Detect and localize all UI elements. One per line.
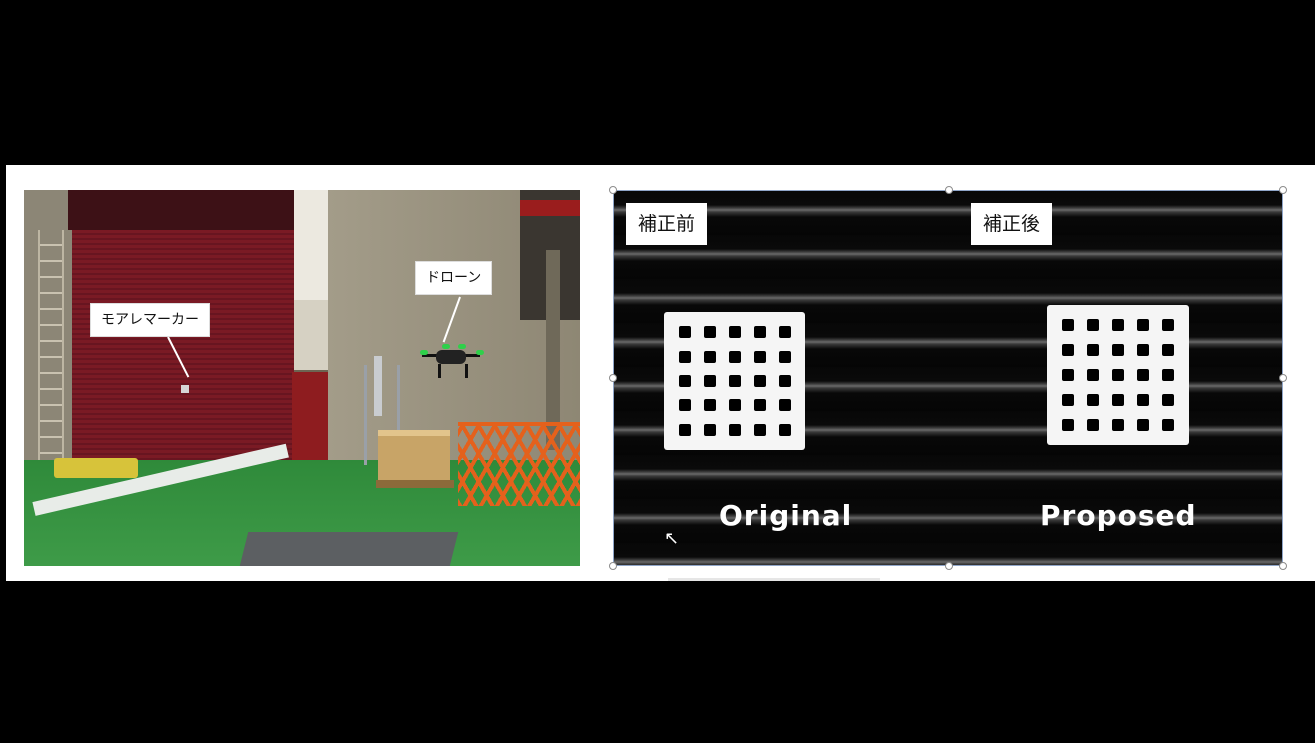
resize-handle-middle-left[interactable] bbox=[609, 374, 617, 382]
red-beam-band bbox=[520, 200, 580, 216]
resize-handle-middle-right[interactable] bbox=[1279, 374, 1287, 382]
tall-window-lower bbox=[294, 300, 328, 370]
resize-handle-top-right[interactable] bbox=[1279, 186, 1287, 194]
drone-propeller bbox=[476, 350, 484, 355]
after-image: 補正後 Proposed bbox=[949, 191, 1282, 565]
after-label: 補正後 bbox=[971, 203, 1053, 245]
red-door bbox=[292, 372, 328, 462]
drone-callout: ドローン bbox=[415, 261, 493, 295]
wall-ladder bbox=[38, 230, 64, 460]
original-caption: Original bbox=[719, 499, 853, 532]
resize-handle-top-center[interactable] bbox=[945, 186, 953, 194]
floor-mat bbox=[239, 532, 459, 566]
yellow-cushion bbox=[54, 458, 138, 478]
tripod-mast bbox=[374, 356, 382, 416]
shutter-housing bbox=[68, 190, 298, 230]
marker-pattern-proposed bbox=[1047, 305, 1189, 445]
before-image: 補正前 Original bbox=[614, 191, 949, 565]
resize-handle-top-left[interactable] bbox=[609, 186, 617, 194]
marker-callout: モアレマーカー bbox=[90, 303, 210, 337]
steel-pillar bbox=[546, 250, 560, 450]
cardboard-box bbox=[378, 436, 450, 482]
drone-propeller bbox=[458, 344, 466, 349]
cursor-icon: ↖ bbox=[664, 528, 680, 549]
proposed-caption: Proposed bbox=[1040, 499, 1197, 532]
drone bbox=[436, 350, 466, 364]
pallet bbox=[376, 480, 454, 488]
red-shutter bbox=[72, 230, 294, 462]
drone-legs bbox=[438, 364, 468, 378]
resize-handle-bottom-right[interactable] bbox=[1279, 562, 1287, 570]
drone-propeller bbox=[420, 350, 428, 355]
comparison-panel[interactable]: 補正前 Original 補正後 Proposed bbox=[613, 190, 1283, 566]
drone-propeller bbox=[442, 344, 450, 349]
scroll-indicator bbox=[668, 578, 880, 581]
marker-pattern-original bbox=[664, 312, 805, 450]
resize-handle-bottom-center[interactable] bbox=[945, 562, 953, 570]
orange-fence bbox=[458, 422, 580, 506]
before-label: 補正前 bbox=[626, 203, 708, 245]
experiment-photo bbox=[24, 190, 580, 566]
resize-handle-bottom-left[interactable] bbox=[609, 562, 617, 570]
moire-marker bbox=[181, 385, 189, 393]
